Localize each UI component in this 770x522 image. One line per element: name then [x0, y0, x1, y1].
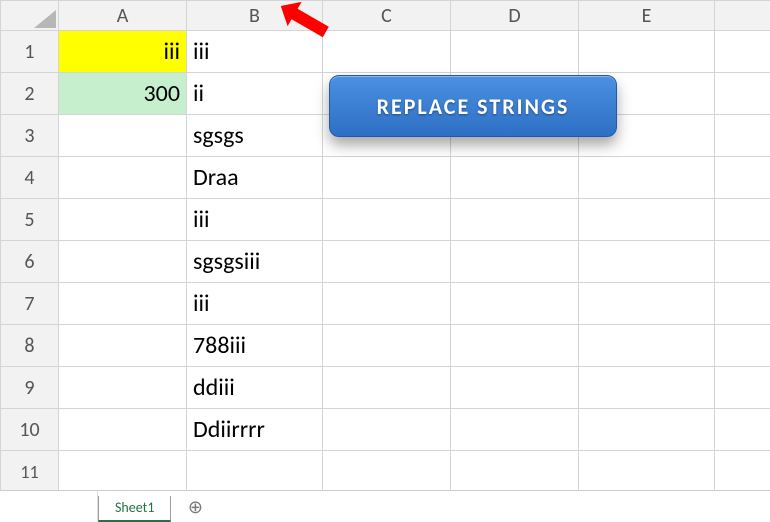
cell-E8[interactable]: [579, 325, 715, 367]
cell-E9[interactable]: [579, 367, 715, 409]
cell-A10[interactable]: [59, 409, 187, 451]
row-header-4[interactable]: 4: [1, 157, 59, 199]
cell-D1[interactable]: [451, 31, 579, 73]
cell-F7[interactable]: [715, 283, 770, 325]
col-header-B[interactable]: B: [187, 1, 323, 31]
cell-B2[interactable]: ii: [187, 73, 323, 115]
cell-D9[interactable]: [451, 367, 579, 409]
cell-B3[interactable]: sgsgs: [187, 115, 323, 157]
row-header-3[interactable]: 3: [1, 115, 59, 157]
cell-B11[interactable]: [187, 451, 323, 493]
cell-F2[interactable]: [715, 73, 770, 115]
tab-sheet1[interactable]: Sheet1: [98, 496, 171, 522]
cell-A3[interactable]: [59, 115, 187, 157]
cell-F8[interactable]: [715, 325, 770, 367]
col-header-C[interactable]: C: [323, 1, 451, 31]
cell-F6[interactable]: [715, 241, 770, 283]
cell-E4[interactable]: [579, 157, 715, 199]
cell-B7[interactable]: iii: [187, 283, 323, 325]
cell-B5[interactable]: iii: [187, 199, 323, 241]
row-header-10[interactable]: 10: [1, 409, 59, 451]
cell-A4[interactable]: [59, 157, 187, 199]
cell-A8[interactable]: [59, 325, 187, 367]
cell-C7[interactable]: [323, 283, 451, 325]
row-header-11[interactable]: 11: [1, 451, 59, 493]
select-all-corner[interactable]: [1, 1, 59, 31]
cell-C5[interactable]: [323, 199, 451, 241]
cell-A7[interactable]: [59, 283, 187, 325]
col-header-A[interactable]: A: [59, 1, 187, 31]
replace-strings-button[interactable]: REPLACE STRINGS: [329, 75, 617, 137]
cell-C10[interactable]: [323, 409, 451, 451]
cell-C11[interactable]: [323, 451, 451, 493]
cell-C9[interactable]: [323, 367, 451, 409]
cell-A1[interactable]: iii: [59, 31, 187, 73]
sheet-tab-bar: Sheet1 ⊕: [0, 490, 770, 522]
cell-E6[interactable]: [579, 241, 715, 283]
cell-D10[interactable]: [451, 409, 579, 451]
cell-C6[interactable]: [323, 241, 451, 283]
cell-A9[interactable]: [59, 367, 187, 409]
cell-E10[interactable]: [579, 409, 715, 451]
cell-B4[interactable]: Draa: [187, 157, 323, 199]
add-sheet-button[interactable]: ⊕: [181, 493, 209, 521]
cell-C8[interactable]: [323, 325, 451, 367]
cell-D6[interactable]: [451, 241, 579, 283]
cell-B9[interactable]: ddiii: [187, 367, 323, 409]
cell-F10[interactable]: [715, 409, 770, 451]
cell-A5[interactable]: [59, 199, 187, 241]
cell-B6[interactable]: sgsgsiii: [187, 241, 323, 283]
cell-C4[interactable]: [323, 157, 451, 199]
col-header-E[interactable]: E: [579, 1, 715, 31]
cell-E7[interactable]: [579, 283, 715, 325]
row-header-6[interactable]: 6: [1, 241, 59, 283]
cell-D5[interactable]: [451, 199, 579, 241]
row-header-8[interactable]: 8: [1, 325, 59, 367]
cell-E11[interactable]: [579, 451, 715, 493]
cell-A6[interactable]: [59, 241, 187, 283]
cell-D8[interactable]: [451, 325, 579, 367]
cell-B8[interactable]: 788iii: [187, 325, 323, 367]
cell-D7[interactable]: [451, 283, 579, 325]
row-header-7[interactable]: 7: [1, 283, 59, 325]
cell-F1[interactable]: [715, 31, 770, 73]
col-header-D[interactable]: D: [451, 1, 579, 31]
cell-C1[interactable]: [323, 31, 451, 73]
col-header-partial[interactable]: [715, 1, 770, 31]
cell-F9[interactable]: [715, 367, 770, 409]
row-header-9[interactable]: 9: [1, 367, 59, 409]
cell-E1[interactable]: [579, 31, 715, 73]
cell-D4[interactable]: [451, 157, 579, 199]
row-header-5[interactable]: 5: [1, 199, 59, 241]
spreadsheet-grid: A B C D E 1 iii iii 2 300 ii 3: [0, 0, 770, 480]
cell-A2[interactable]: 300: [59, 73, 187, 115]
row-header-2[interactable]: 2: [1, 73, 59, 115]
cell-F11[interactable]: [715, 451, 770, 493]
cell-F5[interactable]: [715, 199, 770, 241]
tab-nav-area[interactable]: [28, 491, 98, 522]
tab-sheet1-label: Sheet1: [115, 499, 154, 516]
cell-B10[interactable]: Ddiirrrr: [187, 409, 323, 451]
plus-icon: ⊕: [188, 496, 203, 518]
cell-A11[interactable]: [59, 451, 187, 493]
cell-B1[interactable]: iii: [187, 31, 323, 73]
cell-E5[interactable]: [579, 199, 715, 241]
row-header-1[interactable]: 1: [1, 31, 59, 73]
cell-D11[interactable]: [451, 451, 579, 493]
replace-strings-label: REPLACE STRINGS: [377, 93, 570, 120]
cells-table: A B C D E 1 iii iii 2 300 ii 3: [0, 0, 770, 493]
cell-F3[interactable]: [715, 115, 770, 157]
cell-F4[interactable]: [715, 157, 770, 199]
